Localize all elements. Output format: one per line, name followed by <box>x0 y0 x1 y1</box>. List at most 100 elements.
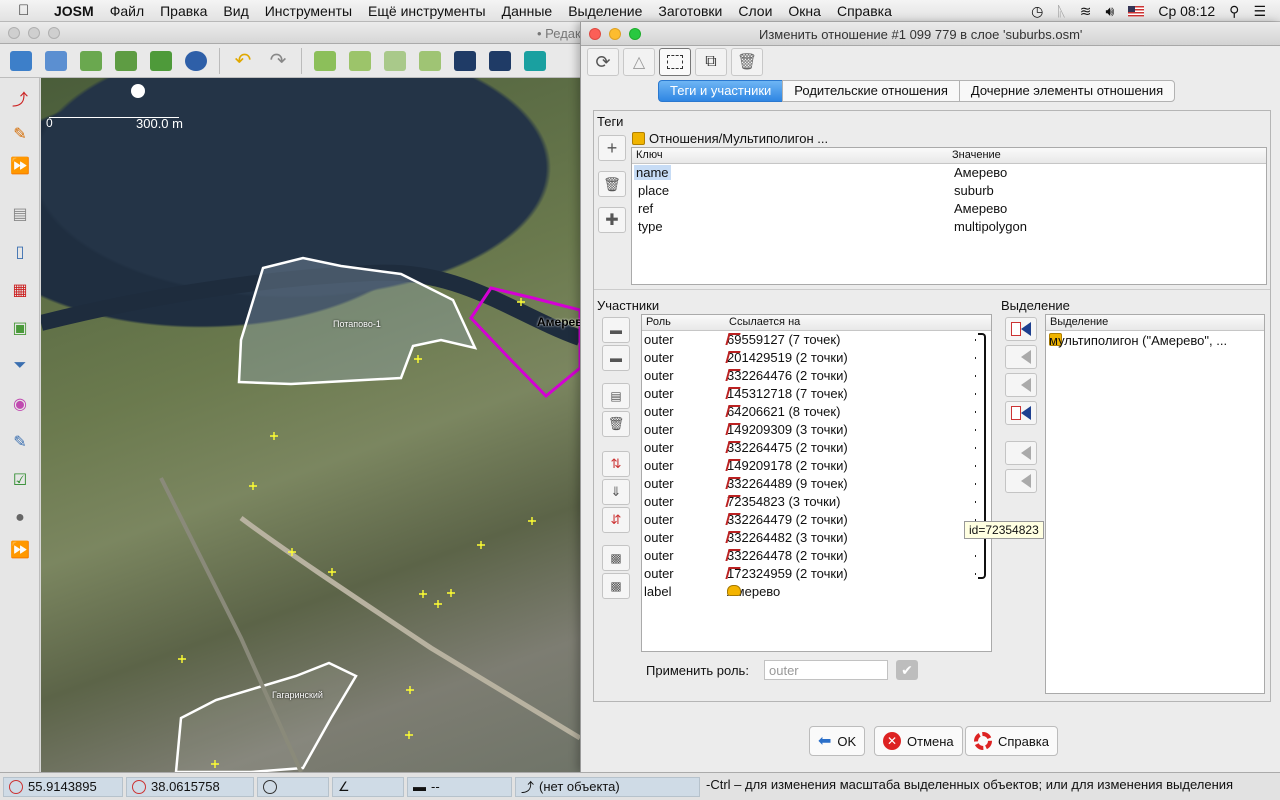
tag-row[interactable]: place suburb <box>632 182 1266 200</box>
refresh-button[interactable]: ⟳ <box>587 48 619 76</box>
tab-tags-members[interactable]: Теги и участники <box>658 80 784 102</box>
imagery-a-button[interactable] <box>450 47 480 75</box>
changeset-icon[interactable]: ✎ <box>8 430 32 454</box>
main-zoom-button[interactable] <box>48 27 60 39</box>
zoom-button[interactable] <box>415 47 445 75</box>
member-role[interactable]: outer <box>644 458 674 473</box>
add-selected-before-button[interactable]: ▩ <box>602 545 630 571</box>
member-row[interactable]: outer 64206621 (8 точек) <box>642 403 991 421</box>
globe-button[interactable] <box>181 47 211 75</box>
imagery-b-button[interactable] <box>485 47 515 75</box>
zoom-fit-button[interactable] <box>310 47 340 75</box>
selection-list-icon[interactable]: ▣ <box>8 316 32 340</box>
tag-row[interactable]: type multipolygon <box>632 218 1266 236</box>
tag-key[interactable]: place <box>638 183 669 198</box>
download-button[interactable] <box>76 47 106 75</box>
add-selected-after-sel-button[interactable] <box>1005 373 1037 397</box>
dialog-zoom-button[interactable] <box>629 28 641 40</box>
add-tag-button[interactable]: + <box>598 135 626 161</box>
member-row[interactable]: outer 69559127 (7 точек) <box>642 331 991 349</box>
duplicate-relation-button[interactable]: ⧉ <box>695 48 727 76</box>
help-button[interactable]: Справка <box>965 726 1058 756</box>
volume-icon[interactable]: 🔊︎ <box>1106 3 1115 20</box>
member-role[interactable]: outer <box>644 494 674 509</box>
tags-icon[interactable]: ▯ <box>8 240 32 264</box>
menu-edit[interactable]: Правка <box>152 3 215 19</box>
member-role[interactable]: outer <box>644 566 674 581</box>
member-row[interactable]: outer 332264482 (3 точки) <box>642 529 991 547</box>
open-file-button[interactable] <box>6 47 36 75</box>
wifi-icon[interactable]: ≋ <box>1080 3 1092 20</box>
member-role[interactable]: outer <box>644 512 674 527</box>
member-role[interactable]: outer <box>644 530 674 545</box>
menu-help[interactable]: Справка <box>829 3 900 19</box>
menu-app[interactable]: JOSM <box>46 3 102 19</box>
member-role[interactable]: outer <box>644 368 674 383</box>
menu-view[interactable]: Вид <box>215 3 256 19</box>
draw-tool-icon[interactable]: ✎ <box>8 122 32 146</box>
notification-center-icon[interactable]: ☰ <box>1253 3 1266 20</box>
menu-presets[interactable]: Заготовки <box>650 3 730 19</box>
tag-value[interactable]: suburb <box>954 183 994 198</box>
remove-selected-button[interactable] <box>1005 441 1037 465</box>
member-role[interactable]: outer <box>644 404 674 419</box>
tag-value[interactable]: multipolygon <box>954 219 1027 234</box>
add-selected-last-button[interactable] <box>1005 401 1037 425</box>
member-row[interactable]: label Амерево <box>642 583 991 601</box>
member-role[interactable]: outer <box>644 350 674 365</box>
select-relation-button[interactable] <box>659 48 691 76</box>
edit-member-button[interactable]: ▤ <box>602 383 630 409</box>
relations-icon[interactable]: ▦ <box>8 278 32 302</box>
member-role[interactable]: outer <box>644 476 674 491</box>
bing-button[interactable] <box>520 47 550 75</box>
select-tool-icon[interactable]: ⤴ <box>8 86 32 110</box>
dialog-minimize-button[interactable] <box>609 28 621 40</box>
apply-button[interactable]: △ <box>623 48 655 76</box>
move-up-button[interactable]: ▬ <box>602 317 630 343</box>
tab-parent-relations[interactable]: Родительские отношения <box>782 80 960 102</box>
move-down-button[interactable]: ▬ <box>602 345 630 371</box>
member-role[interactable]: label <box>644 584 671 599</box>
dialog-close-button[interactable] <box>589 28 601 40</box>
spotlight-search-icon[interactable]: ⚲ <box>1229 3 1239 20</box>
sort-button[interactable]: ⇅ <box>602 451 630 477</box>
remove-member-button[interactable]: 🗑︎ <box>602 411 630 437</box>
add-selected-after-button[interactable]: ▩ <box>602 573 630 599</box>
add-selected-before-sel-button[interactable] <box>1005 345 1037 369</box>
more-panels-icon[interactable]: ⏩ <box>8 538 32 562</box>
ok-button[interactable]: ⬅ OK <box>809 726 866 756</box>
apply-role-input[interactable] <box>764 660 888 680</box>
redo-button[interactable]: ↷ <box>263 47 293 75</box>
member-row[interactable]: outer 332264475 (2 точки) <box>642 439 991 457</box>
filter-icon[interactable]: ⏷ <box>8 354 32 378</box>
apple-icon[interactable]:  <box>18 2 40 19</box>
input-source-flag-icon[interactable] <box>1128 5 1145 17</box>
tag-row[interactable]: ref Амерево <box>632 200 1266 218</box>
member-row[interactable]: outer 172324959 (2 точки) <box>642 565 991 583</box>
sort-below-button[interactable]: ⇓ <box>602 479 630 505</box>
member-row[interactable]: outer 72354823 (3 точки) <box>642 493 991 511</box>
undo-button[interactable]: ↶ <box>228 47 258 75</box>
menu-data[interactable]: Данные <box>494 3 561 19</box>
print-button[interactable] <box>345 47 375 75</box>
wiki-icon[interactable]: ● <box>8 506 32 530</box>
time-machine-icon[interactable]: ◷ <box>1031 3 1043 20</box>
tab-child-relations[interactable]: Дочерние элементы отношения <box>958 80 1176 102</box>
member-row[interactable]: outer 332264478 (2 точки) <box>642 547 991 565</box>
more-tools-icon[interactable]: ⏩ <box>8 154 32 178</box>
bluetooth-icon[interactable]: ᚣ <box>1057 3 1065 19</box>
validator-icon[interactable]: ☑ <box>8 468 32 492</box>
member-row[interactable]: outer 149209178 (2 точки) <box>642 457 991 475</box>
layers-icon[interactable]: ▤ <box>8 202 32 226</box>
tag-key[interactable]: type <box>638 219 663 234</box>
preset-link[interactable]: Отношения/Мультиполигон ... <box>632 131 828 146</box>
tag-key[interactable]: name <box>634 165 671 180</box>
save-button[interactable] <box>41 47 71 75</box>
tag-key[interactable]: ref <box>638 201 653 216</box>
member-row[interactable]: outer 145312718 (7 точек) <box>642 385 991 403</box>
apply-role-button[interactable]: ✔ <box>896 660 918 680</box>
member-row[interactable]: outer 149209309 (3 точки) <box>642 421 991 439</box>
add-selected-first-button[interactable] <box>1005 317 1037 341</box>
tag-value[interactable]: Амерево <box>954 201 1007 216</box>
member-role[interactable]: outer <box>644 422 674 437</box>
